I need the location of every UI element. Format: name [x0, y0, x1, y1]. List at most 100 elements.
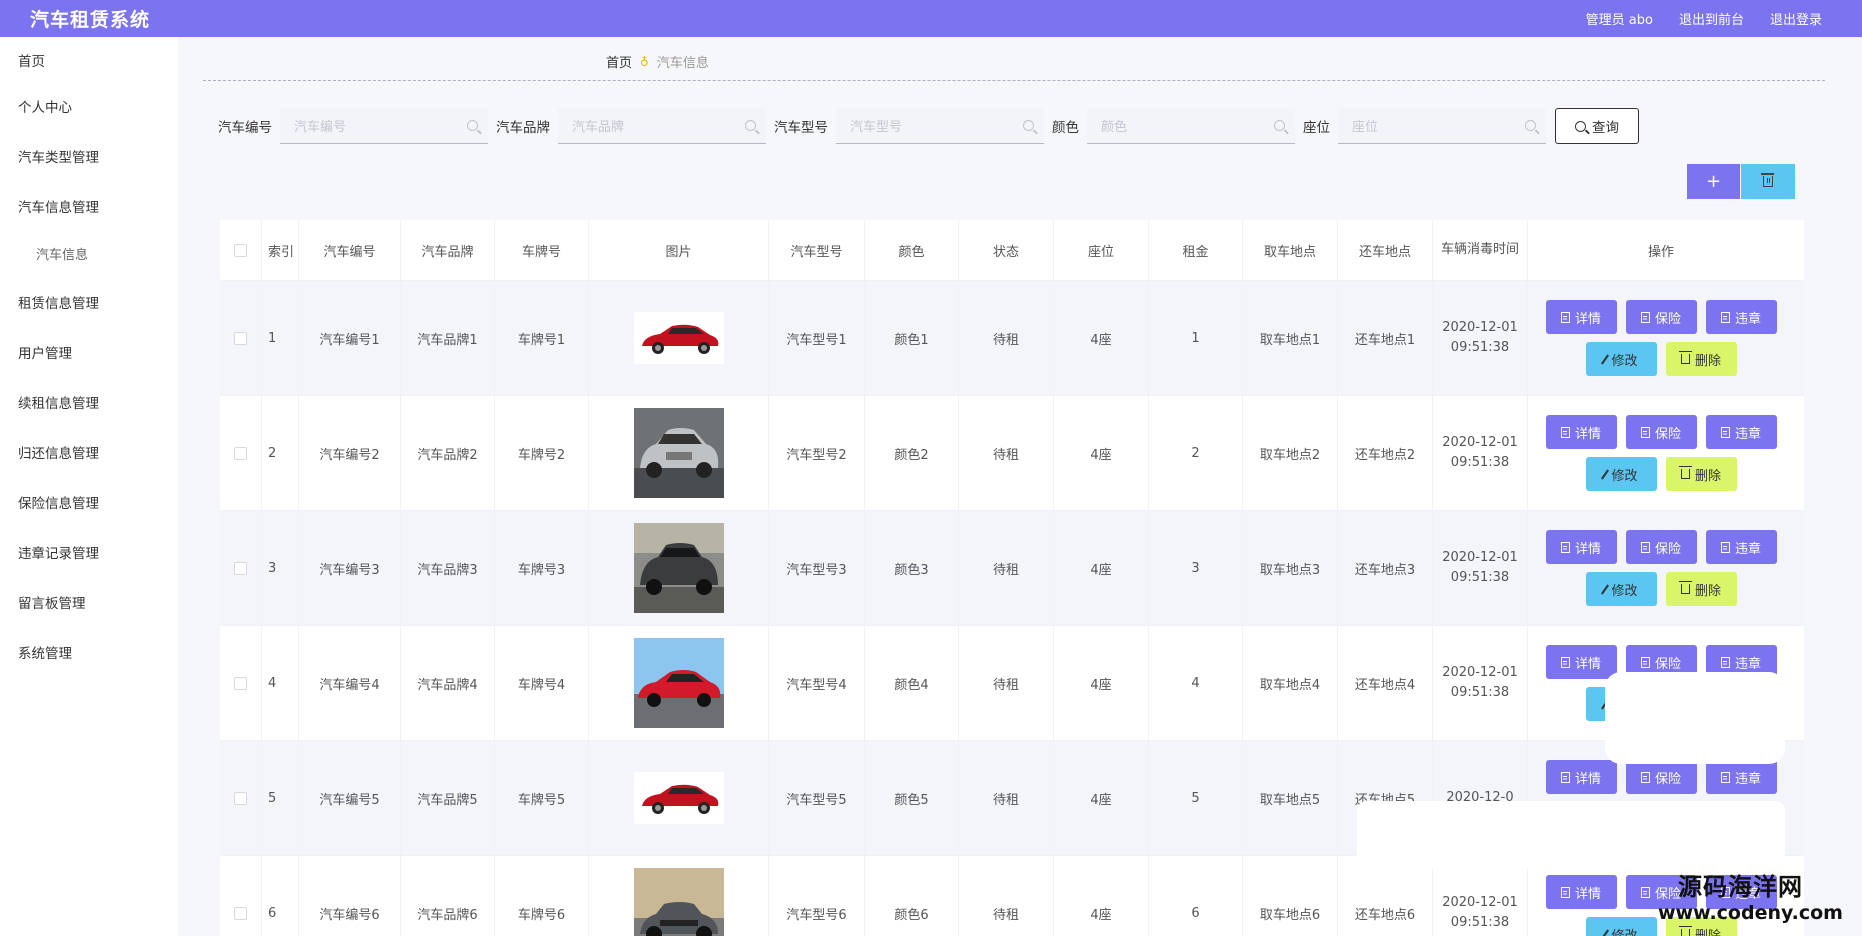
search-input-model[interactable]: 汽车型号	[836, 108, 1044, 144]
car-photo	[633, 638, 724, 728]
search-input-car-no[interactable]: 汽车编号	[280, 108, 488, 144]
document-icon	[1640, 886, 1650, 898]
sidebar-item-violation[interactable]: 违章记录管理	[0, 529, 178, 579]
cell-plate: 车牌号6	[495, 856, 589, 936]
document-icon	[1720, 426, 1730, 438]
cell-color: 颜色1	[865, 281, 959, 395]
insurance-button[interactable]: 保险	[1625, 300, 1697, 334]
search-input-seat[interactable]: 座位	[1338, 108, 1546, 144]
violation-button[interactable]: 违章	[1705, 760, 1777, 794]
sidebar-item-car-info-mgmt[interactable]: 汽车信息管理	[0, 183, 178, 233]
ops-line-bottom: 修改 删除	[1585, 342, 1737, 376]
row-checkbox[interactable]	[234, 561, 247, 575]
row-checkbox[interactable]	[234, 791, 247, 805]
sidebar-item-system[interactable]: 系统管理	[0, 629, 178, 679]
search-field-brand: 汽车品牌 汽车品牌	[496, 108, 766, 144]
sidebar-item-return[interactable]: 归还信息管理	[0, 429, 178, 479]
cell-rent: 2	[1149, 396, 1243, 510]
header-return: 还车地点	[1338, 220, 1433, 280]
search-field-model: 汽车型号 汽车型号	[774, 108, 1044, 144]
edit-button[interactable]: 修改	[1585, 572, 1657, 606]
cell-model: 汽车型号1	[769, 281, 865, 395]
table-row: 2 汽车编号2 汽车品牌2 车牌号2 汽车型号2 颜色2 待租 4座 2 取车地点2 还车地点2 20…	[220, 396, 1804, 511]
sidebar-subitem-car-info[interactable]: 汽车信息	[0, 233, 178, 279]
cell-disinfect-time: 2020-12-01 09:51:38	[1433, 396, 1528, 510]
table-row: 1 汽车编号1 汽车品牌1 车牌号1 汽车型号1 颜色1 待租 4座 1 取车地点1 还车地点1 20…	[220, 281, 1804, 396]
row-checkbox[interactable]	[234, 331, 247, 345]
sidebar-item-insurance[interactable]: 保险信息管理	[0, 479, 178, 529]
sidebar-item-home[interactable]: 首页	[0, 37, 178, 83]
document-icon	[1560, 311, 1570, 323]
detail-button[interactable]: 详情	[1545, 415, 1617, 449]
sidebar-item-personal-center[interactable]: 个人中心	[0, 83, 178, 133]
cell-status: 待租	[959, 856, 1054, 936]
detail-button[interactable]: 详情	[1545, 530, 1617, 564]
select-all-checkbox[interactable]	[234, 243, 247, 257]
search-icon	[1274, 120, 1285, 131]
cell-pickup: 取车地点1	[1243, 281, 1338, 395]
to-front-link[interactable]: 退出到前台	[1679, 9, 1744, 28]
logout-link[interactable]: 退出登录	[1770, 9, 1822, 28]
detail-button[interactable]: 详情	[1545, 300, 1617, 334]
search-label-car-no: 汽车编号	[218, 120, 272, 136]
detail-button[interactable]: 详情	[1545, 760, 1617, 794]
cell-seat: 4座	[1054, 281, 1149, 395]
query-button[interactable]: 查询	[1555, 108, 1639, 144]
delete-button[interactable]: 删除	[1665, 572, 1737, 606]
header-image: 图片	[589, 220, 769, 280]
insurance-button[interactable]: 保险	[1625, 530, 1697, 564]
cell-model: 汽车型号6	[769, 856, 865, 936]
app-title: 汽车租赁系统	[30, 9, 151, 31]
header-disinfect-time: 车辆消毒时间	[1433, 220, 1528, 280]
batch-delete-button[interactable]	[1741, 164, 1795, 199]
detail-button[interactable]: 详情	[1545, 645, 1617, 679]
sidebar-item-users[interactable]: 用户管理	[0, 329, 178, 379]
cell-index: 3	[262, 511, 299, 625]
delete-label: 删除	[1694, 928, 1721, 936]
violation-button[interactable]: 违章	[1705, 300, 1777, 334]
cell-brand: 汽车品牌1	[401, 281, 495, 395]
violation-button[interactable]: 违章	[1705, 530, 1777, 564]
top-bar: 汽车租赁系统 管理员 abo 退出到前台 退出登录	[0, 0, 1862, 37]
insurance-label: 保险	[1654, 426, 1681, 442]
sidebar-item-car-type[interactable]: 汽车类型管理	[0, 133, 178, 183]
violation-label: 违章	[1734, 541, 1761, 557]
car-photo	[633, 868, 724, 936]
cell-status: 待租	[959, 626, 1054, 740]
breadcrumb: 首页 ♁ 汽车信息	[606, 52, 709, 72]
search-input-brand[interactable]: 汽车品牌	[558, 108, 766, 144]
detail-button[interactable]: 详情	[1545, 875, 1617, 909]
cell-index: 6	[262, 856, 299, 936]
cell-disinfect-time: 2020-12-01 09:51:38	[1433, 281, 1528, 395]
insurance-button[interactable]: 保险	[1625, 415, 1697, 449]
breadcrumb-separator-icon: ♁	[640, 54, 649, 69]
delete-button[interactable]: 删除	[1665, 342, 1737, 376]
delete-button[interactable]: 删除	[1665, 457, 1737, 491]
edit-button[interactable]: 修改	[1585, 917, 1657, 936]
sidebar-item-message-board[interactable]: 留言板管理	[0, 579, 178, 629]
search-field-seat: 座位 座位	[1303, 108, 1546, 144]
row-checkbox[interactable]	[234, 446, 247, 460]
table-row: 3 汽车编号3 汽车品牌3 车牌号3 汽车型号3 颜色3 待租 4座 3 取车地点3 还车地点3 20…	[220, 511, 1804, 626]
insurance-button[interactable]: 保险	[1625, 760, 1697, 794]
sidebar-item-rental[interactable]: 租赁信息管理	[0, 279, 178, 329]
sidebar-item-renewal[interactable]: 续租信息管理	[0, 379, 178, 429]
row-checkbox[interactable]	[234, 676, 247, 690]
breadcrumb-home[interactable]: 首页	[606, 52, 632, 71]
row-checkbox[interactable]	[234, 906, 247, 920]
cell-image	[589, 856, 769, 936]
edit-button[interactable]: 修改	[1585, 457, 1657, 491]
trash-icon	[1678, 581, 1692, 594]
document-icon	[1640, 771, 1650, 783]
cell-rent: 5	[1149, 741, 1243, 855]
detail-label: 详情	[1574, 541, 1601, 557]
cell-status: 待租	[959, 281, 1054, 395]
edit-button[interactable]: 修改	[1585, 342, 1657, 376]
add-button[interactable]: +	[1687, 164, 1740, 199]
cell-rent: 1	[1149, 281, 1243, 395]
cell-car-no: 汽车编号1	[299, 281, 401, 395]
violation-button[interactable]: 违章	[1705, 415, 1777, 449]
search-field-color: 颜色 颜色	[1052, 108, 1295, 144]
search-input-color[interactable]: 颜色	[1087, 108, 1295, 144]
ops-line-top: 详情 保险 违章	[1545, 530, 1777, 564]
